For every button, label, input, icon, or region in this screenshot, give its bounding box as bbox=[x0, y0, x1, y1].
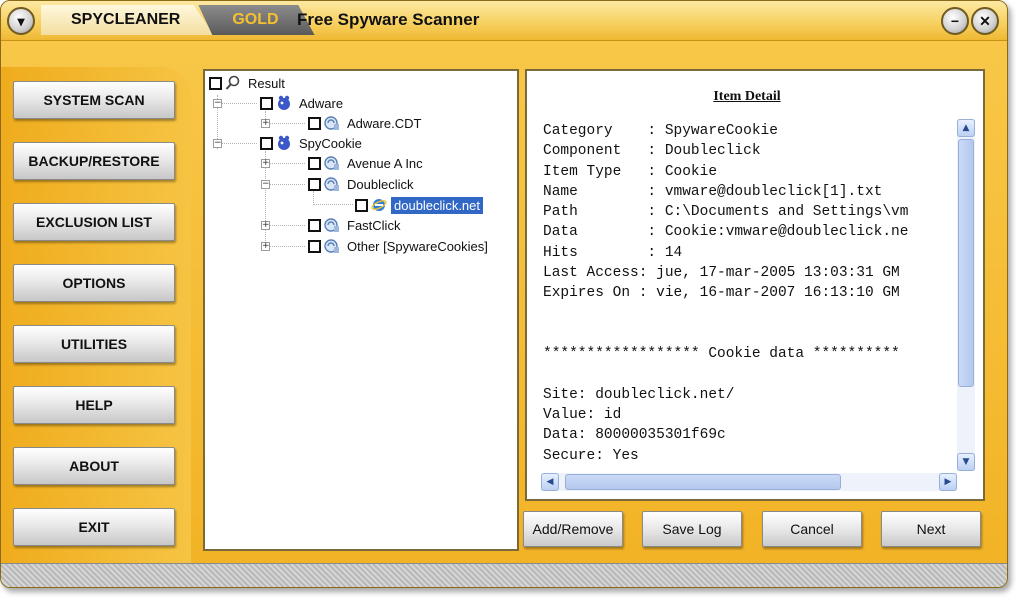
next-button[interactable]: Next bbox=[881, 511, 981, 547]
cancel-button[interactable]: Cancel bbox=[762, 511, 862, 547]
title-tabs: SPYCLEANER GOLD bbox=[41, 5, 315, 35]
add-remove-button[interactable]: Add/Remove bbox=[523, 511, 623, 547]
component-icon bbox=[324, 239, 339, 253]
tree-label: Other [SpywareCookies] bbox=[347, 238, 488, 254]
close-button[interactable]: ✕ bbox=[971, 7, 999, 35]
scan-result-tree[interactable]: Result − Adware + Adware.CDT − SpyCookie… bbox=[203, 69, 519, 551]
horizontal-scroll-thumb[interactable] bbox=[565, 474, 841, 490]
component-icon bbox=[324, 218, 339, 232]
minimize-icon: − bbox=[950, 13, 960, 29]
tree-label: Doubleclick bbox=[347, 176, 414, 192]
tree-checkbox[interactable] bbox=[260, 96, 273, 110]
scroll-down-icon[interactable]: ▼ bbox=[957, 453, 975, 471]
tree-node-other-spywarecookies[interactable]: + Other [SpywareCookies] bbox=[261, 236, 491, 256]
tree-node-adware[interactable]: − Adware bbox=[213, 93, 346, 113]
collapse-icon[interactable]: − bbox=[261, 179, 270, 189]
horizontal-scrollbar[interactable]: ◀ ▶ bbox=[541, 473, 957, 491]
backup-restore-button[interactable]: BACKUP/RESTORE bbox=[13, 142, 175, 180]
scroll-left-icon[interactable]: ◀ bbox=[541, 473, 559, 491]
detail-line: Category : SpywareCookie bbox=[543, 123, 778, 139]
component-icon bbox=[324, 156, 339, 170]
expand-icon[interactable]: + bbox=[261, 241, 270, 251]
scroll-right-icon[interactable]: ▶ bbox=[939, 473, 957, 491]
item-detail-panel: Item Detail Category : SpywareCookie Com… bbox=[525, 69, 985, 501]
component-icon bbox=[324, 116, 339, 130]
exit-button[interactable]: EXIT bbox=[13, 508, 175, 546]
tree-checkbox[interactable] bbox=[308, 239, 321, 253]
tree-checkbox[interactable] bbox=[209, 76, 222, 90]
detail-line: Hits : 14 bbox=[543, 244, 683, 261]
tree-node-doubleclick-net[interactable]: doubleclick.net bbox=[355, 195, 483, 215]
detail-line bbox=[543, 304, 955, 324]
save-log-button[interactable]: Save Log bbox=[642, 511, 742, 547]
chevron-down-icon: ▾ bbox=[17, 12, 25, 29]
window-title: Free Spyware Scanner bbox=[297, 10, 480, 29]
expand-icon[interactable]: + bbox=[261, 118, 270, 128]
expand-icon[interactable]: + bbox=[261, 220, 270, 230]
tree-root[interactable]: Result bbox=[209, 73, 288, 93]
detail-line: Component : Doubleclick bbox=[543, 143, 761, 160]
collapse-icon[interactable]: − bbox=[213, 98, 222, 108]
item-detail-text[interactable]: Category : SpywareCookie Component : Dou… bbox=[543, 121, 955, 466]
about-button[interactable]: ABOUT bbox=[13, 447, 175, 485]
tree-node-adware-cdt[interactable]: + Adware.CDT bbox=[261, 113, 424, 133]
tree-label: FastClick bbox=[347, 217, 401, 233]
detail-line bbox=[543, 324, 955, 344]
brand-tab: SPYCLEANER bbox=[41, 5, 215, 35]
magnifier-icon bbox=[225, 75, 240, 90]
utilities-button[interactable]: UTILITIES bbox=[13, 325, 175, 363]
detail-line: Data: 80000035301f69c bbox=[543, 427, 726, 444]
sidebar: SYSTEM SCAN BACKUP/RESTORE EXCLUSION LIS… bbox=[1, 67, 191, 567]
expand-icon[interactable]: + bbox=[261, 158, 270, 168]
detail-line: Item Type : Cookie bbox=[543, 163, 718, 180]
tree-checkbox[interactable] bbox=[355, 198, 368, 212]
detail-line: Last Access: jue, 17-mar-2005 13:03:31 G… bbox=[543, 265, 900, 282]
tree-connector bbox=[313, 204, 353, 205]
help-button[interactable]: HELP bbox=[13, 386, 175, 424]
vertical-scroll-thumb[interactable] bbox=[958, 139, 974, 387]
detail-line: Expires On : vie, 16-mar-2007 16:13:10 G… bbox=[543, 285, 900, 302]
tree-node-doubleclick[interactable]: − Doubleclick bbox=[261, 174, 416, 194]
tree-checkbox[interactable] bbox=[308, 116, 321, 130]
minimize-button[interactable]: − bbox=[941, 7, 969, 35]
tree-checkbox[interactable] bbox=[308, 218, 321, 232]
detail-line: ****************** Cookie data *********… bbox=[543, 346, 900, 363]
detail-line bbox=[543, 365, 955, 385]
detail-line: Name : vmware@doubleclick[1].txt bbox=[543, 183, 883, 200]
internet-explorer-icon bbox=[371, 199, 387, 211]
tree-checkbox[interactable] bbox=[260, 136, 273, 150]
tree-checkbox[interactable] bbox=[308, 177, 321, 191]
tree-label: Avenue A Inc bbox=[347, 155, 423, 171]
detail-line: Site: doubleclick.net/ bbox=[543, 386, 735, 403]
tree-label-selected: doubleclick.net bbox=[391, 196, 483, 214]
window-bottom-edge bbox=[1, 563, 1007, 587]
detail-line: Data : Cookie:vmware@doubleclick.ne bbox=[543, 224, 909, 241]
exclusion-list-button[interactable]: EXCLUSION LIST bbox=[13, 203, 175, 241]
scroll-up-icon[interactable]: ▲ bbox=[957, 119, 975, 137]
item-detail-heading: Item Detail bbox=[713, 89, 781, 104]
tree-label: Adware.CDT bbox=[347, 115, 422, 131]
detail-line: Path : C:\Documents and Settings\vm bbox=[543, 204, 909, 221]
component-icon bbox=[324, 177, 339, 191]
spyware-category-icon bbox=[278, 135, 290, 150]
tree-label: SpyCookie bbox=[299, 135, 362, 151]
collapse-icon[interactable]: − bbox=[213, 138, 222, 148]
tree-node-avenue-a[interactable]: + Avenue A Inc bbox=[261, 153, 426, 173]
tree-label: Adware bbox=[299, 95, 344, 111]
close-icon: ✕ bbox=[979, 12, 991, 29]
vertical-scrollbar[interactable]: ▲ ▼ bbox=[957, 119, 975, 471]
options-button[interactable]: OPTIONS bbox=[13, 264, 175, 302]
window-menu-button[interactable]: ▾ bbox=[7, 7, 35, 35]
tree-label: Result bbox=[248, 75, 285, 91]
tree-node-fastclick[interactable]: + FastClick bbox=[261, 215, 403, 235]
tree-node-spycookie[interactable]: − SpyCookie bbox=[213, 133, 365, 153]
spyware-category-icon bbox=[278, 95, 290, 110]
title-bar: ▾ SPYCLEANER GOLD Free Spyware Scanner −… bbox=[1, 1, 1007, 41]
detail-line: Value: id bbox=[543, 407, 622, 424]
tree-checkbox[interactable] bbox=[308, 156, 321, 170]
system-scan-button[interactable]: SYSTEM SCAN bbox=[13, 81, 175, 119]
detail-line: Secure: Yes bbox=[543, 447, 639, 464]
app-window: ▾ SPYCLEANER GOLD Free Spyware Scanner −… bbox=[0, 0, 1008, 588]
